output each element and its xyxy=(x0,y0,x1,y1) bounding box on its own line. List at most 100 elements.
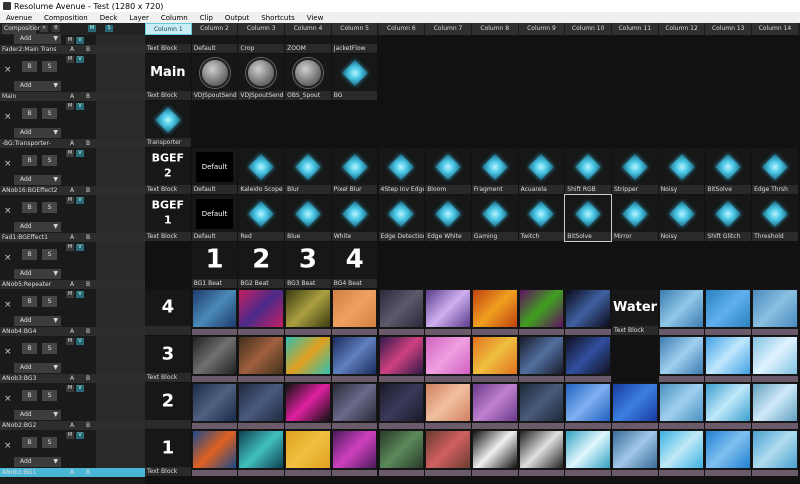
clip-r10-c4[interactable] xyxy=(285,430,331,476)
layer-solo-button[interactable]: S xyxy=(42,155,57,166)
layer-name-row[interactable]: ANob4:BG4 A B xyxy=(0,327,145,336)
layer-mask-button[interactable]: M xyxy=(66,150,74,157)
layer-add-dropdown[interactable]: Add ▼ xyxy=(14,316,61,326)
layer-name-row[interactable]: Main A B xyxy=(0,92,145,101)
layer-fader-area[interactable] xyxy=(96,336,145,374)
clip-r9-c6[interactable] xyxy=(378,383,425,429)
layer-a-button[interactable]: A xyxy=(70,374,74,383)
layer-name-row[interactable]: ANob5:Repeater A B xyxy=(0,280,145,289)
layer-video-button[interactable]: V xyxy=(76,244,84,251)
clip-r10-c13[interactable] xyxy=(705,430,752,476)
layer-fader-area[interactable] xyxy=(96,383,145,421)
layer-mask-button[interactable]: M xyxy=(66,338,74,345)
layer-solo-button[interactable]: S xyxy=(42,202,57,213)
layer-clear-button[interactable]: × xyxy=(4,347,12,357)
clip-r2-c1[interactable]: Main Text Block xyxy=(145,54,191,100)
clip-r1-c4[interactable]: ZOOM xyxy=(285,35,331,53)
clip-r8-c4[interactable] xyxy=(285,336,331,382)
layer-a-button[interactable]: A xyxy=(70,92,74,101)
layer-video-button[interactable]: V xyxy=(76,37,84,44)
layer-b-button[interactable]: B xyxy=(86,233,90,242)
layer-a-button[interactable]: A xyxy=(70,468,74,477)
layer-a-button[interactable]: A xyxy=(70,139,74,148)
clip-r4-c1[interactable]: BGEF 2 Text Block xyxy=(145,148,191,194)
clip-r5-c3[interactable]: Red xyxy=(238,195,285,241)
layer-fader-area[interactable] xyxy=(96,430,145,468)
clip-r5-c7[interactable]: Edge White xyxy=(425,195,471,241)
layer-mask-button[interactable]: M xyxy=(66,37,74,44)
clip-r1-c2[interactable]: Default xyxy=(191,35,238,53)
clip-r9-c5[interactable] xyxy=(331,383,378,429)
layer-video-button[interactable]: V xyxy=(76,385,84,392)
clip-r7-c1[interactable]: 4 xyxy=(145,289,191,335)
layer-bypass-button[interactable]: B xyxy=(22,61,37,72)
clip-r8-c3[interactable] xyxy=(238,336,285,382)
layer-add-dropdown[interactable]: Add ▼ xyxy=(14,81,61,91)
clip-r7-c10[interactable] xyxy=(565,289,611,335)
clip-r7-c4[interactable] xyxy=(285,289,331,335)
clip-r10-c2[interactable] xyxy=(191,430,238,476)
clip-r4-c5[interactable]: Pixel Blur xyxy=(331,148,378,194)
layer-add-dropdown[interactable]: Add ▼ xyxy=(14,269,61,279)
column-header-9[interactable]: Column 9 xyxy=(518,23,566,35)
column-header-8[interactable]: Column 8 xyxy=(471,23,519,35)
layer-bypass-button[interactable]: B xyxy=(22,108,37,119)
layer-b-button[interactable]: B xyxy=(86,374,90,383)
clip-r1-c3[interactable]: Crop xyxy=(238,35,285,53)
clip-r7-c6[interactable] xyxy=(378,289,425,335)
clip-r9-c7[interactable] xyxy=(425,383,471,429)
column-header-14[interactable]: Column 14 xyxy=(752,23,799,35)
layer-name-row[interactable]: ANob16:BGEffect2 A B xyxy=(0,186,145,195)
layer-mask-button[interactable]: M xyxy=(66,244,74,251)
clip-r5-c6[interactable]: Edge Detection xyxy=(378,195,425,241)
clip-r4-c10[interactable]: Shift RGB xyxy=(565,148,611,194)
layer-mask-button[interactable]: M xyxy=(66,385,74,392)
clip-r8-c12[interactable] xyxy=(658,336,705,382)
clip-r7-c2[interactable] xyxy=(191,289,238,335)
layer-mask-button[interactable]: M xyxy=(66,197,74,204)
layer-name-row[interactable]: ANob3:BG3 A B xyxy=(0,374,145,383)
composition-label[interactable]: Composition xyxy=(2,24,41,34)
composition-mask-button[interactable]: M xyxy=(88,25,96,32)
column-header-10[interactable]: Column 10 xyxy=(565,23,612,35)
menu-item-clip[interactable]: Clip xyxy=(194,14,219,22)
layer-bypass-button[interactable]: B xyxy=(22,249,37,260)
layer-clear-button[interactable]: × xyxy=(4,112,12,122)
layer-video-button[interactable]: V xyxy=(76,338,84,345)
menu-item-output[interactable]: Output xyxy=(219,14,255,22)
layer-video-button[interactable]: V xyxy=(76,291,84,298)
column-header-13[interactable]: Column 13 xyxy=(705,23,753,35)
composition-solo-button[interactable]: S xyxy=(105,25,113,32)
layer-clear-button[interactable]: × xyxy=(4,65,12,75)
clip-r4-c2[interactable]: Default Default xyxy=(191,148,238,194)
clip-r5-c4[interactable]: Blue xyxy=(285,195,331,241)
layer-bypass-button[interactable]: B xyxy=(22,437,37,448)
clip-r2-c2[interactable]: VDJSpoutSender6... xyxy=(191,54,238,100)
layer-video-button[interactable]: V xyxy=(76,103,84,110)
layer-add-dropdown[interactable]: Add ▼ xyxy=(14,128,61,138)
clip-r7-c7[interactable] xyxy=(425,289,471,335)
clip-r9-c3[interactable] xyxy=(238,383,285,429)
clip-r1-c5[interactable]: JacketFlow xyxy=(331,35,378,53)
clip-r10-c9[interactable] xyxy=(518,430,565,476)
layer-fader-area[interactable] xyxy=(96,289,145,327)
clip-r7-c12[interactable] xyxy=(658,289,705,335)
clip-r8-c1[interactable]: 3 Text Block xyxy=(145,336,191,382)
layer-bypass-button[interactable]: B xyxy=(22,202,37,213)
clip-r8-c9[interactable] xyxy=(518,336,565,382)
clip-r3-c1[interactable]: Transporter xyxy=(145,101,191,147)
clip-r10-c12[interactable] xyxy=(658,430,705,476)
menu-item-composition[interactable]: Composition xyxy=(38,14,94,22)
composition-bypass-button[interactable]: B xyxy=(52,25,60,32)
clip-r8-c8[interactable] xyxy=(471,336,518,382)
clip-r4-c7[interactable]: Bloom xyxy=(425,148,471,194)
menu-item-layer[interactable]: Layer xyxy=(123,14,155,22)
layer-clear-button[interactable]: × xyxy=(4,300,12,310)
column-header-7[interactable]: Column 7 xyxy=(425,23,472,35)
layer-name-row[interactable]: Fad1:BGEffect1 A B xyxy=(0,233,145,242)
layer-b-button[interactable]: B xyxy=(86,139,90,148)
clip-r9-c4[interactable] xyxy=(285,383,331,429)
clip-r10-c3[interactable] xyxy=(238,430,285,476)
layer-a-button[interactable]: A xyxy=(70,280,74,289)
layer-add-dropdown[interactable]: Add ▼ xyxy=(14,410,61,420)
